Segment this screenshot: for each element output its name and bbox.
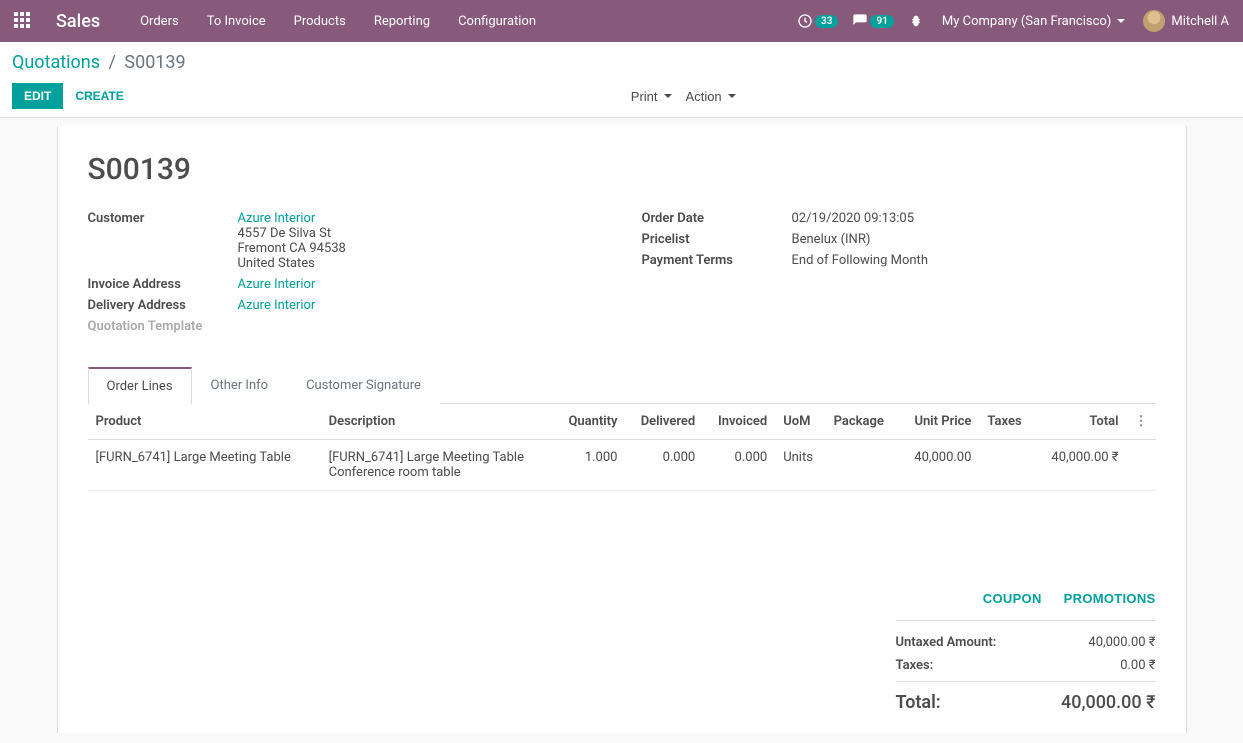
tab-other-info[interactable]: Other Info bbox=[192, 367, 288, 404]
nav-reporting[interactable]: Reporting bbox=[374, 14, 430, 29]
cell-delivered: 0.000 bbox=[625, 440, 703, 491]
value-untaxed: 40,000.00 ₹ bbox=[1088, 635, 1155, 650]
label-quotation-template: Quotation Template bbox=[88, 319, 238, 334]
cell-package bbox=[826, 440, 899, 491]
apps-icon[interactable] bbox=[14, 12, 32, 30]
nav-right: 33 91 My Company (San Francisco) Mitchel… bbox=[797, 10, 1229, 32]
print-label: Print bbox=[631, 89, 658, 104]
label-payment-terms: Payment Terms bbox=[642, 253, 792, 268]
value-taxes: 0.00 ₹ bbox=[1120, 658, 1155, 673]
addr-line-1: 4557 De Silva St bbox=[238, 226, 346, 241]
label-total: Total: bbox=[896, 692, 941, 713]
label-customer: Customer bbox=[88, 211, 238, 271]
cell-taxes bbox=[979, 440, 1034, 491]
label-pricelist: Pricelist bbox=[642, 232, 792, 247]
nav-orders[interactable]: Orders bbox=[140, 14, 179, 29]
link-customer[interactable]: Azure Interior bbox=[238, 211, 316, 226]
th-product[interactable]: Product bbox=[88, 404, 321, 440]
value-pricelist: Benelux (INR) bbox=[792, 232, 871, 247]
th-quantity[interactable]: Quantity bbox=[554, 404, 626, 440]
desc-line-1: [FURN_6741] Large Meeting Table bbox=[329, 450, 546, 465]
control-panel: Quotations / S00139 EDIT CREATE Print Ac… bbox=[0, 42, 1243, 118]
cell-total: 40,000.00 ₹ bbox=[1035, 440, 1127, 491]
user-menu[interactable]: Mitchell A bbox=[1143, 10, 1229, 32]
chat-badge: 91 bbox=[870, 15, 893, 28]
label-untaxed: Untaxed Amount: bbox=[896, 635, 997, 650]
addr-line-3: United States bbox=[238, 256, 346, 271]
cell-invoiced: 0.000 bbox=[703, 440, 775, 491]
cell-unit-price: 40,000.00 bbox=[899, 440, 980, 491]
form-sheet: S00139 Customer Azure Interior 4557 De S… bbox=[57, 126, 1187, 733]
coupon-button[interactable]: COUPON bbox=[983, 591, 1042, 606]
edit-button[interactable]: EDIT bbox=[12, 83, 63, 109]
create-button[interactable]: CREATE bbox=[63, 83, 135, 109]
label-order-date: Order Date bbox=[642, 211, 792, 226]
link-delivery-address[interactable]: Azure Interior bbox=[238, 298, 316, 313]
tabs: Order Lines Other Info Customer Signatur… bbox=[88, 366, 1156, 404]
label-invoice-address: Invoice Address bbox=[88, 277, 238, 292]
label-delivery-address: Delivery Address bbox=[88, 298, 238, 313]
chat-icon[interactable]: 91 bbox=[852, 13, 893, 29]
user-name: Mitchell A bbox=[1171, 14, 1229, 29]
company-name: My Company (San Francisco) bbox=[942, 14, 1111, 29]
action-dropdown[interactable]: Action bbox=[686, 89, 736, 104]
nav-products[interactable]: Products bbox=[294, 14, 346, 29]
link-invoice-address[interactable]: Azure Interior bbox=[238, 277, 316, 292]
order-lines-table: Product Description Quantity Delivered I… bbox=[88, 404, 1156, 491]
value-order-date: 02/19/2020 09:13:05 bbox=[792, 211, 915, 226]
desc-line-2: Conference room table bbox=[329, 465, 546, 480]
breadcrumb-root[interactable]: Quotations bbox=[12, 52, 100, 73]
cell-description: [FURN_6741] Large Meeting Table Conferen… bbox=[321, 440, 554, 491]
tab-order-lines[interactable]: Order Lines bbox=[88, 367, 192, 404]
top-nav: Sales Orders To Invoice Products Reporti… bbox=[0, 0, 1243, 42]
th-package[interactable]: Package bbox=[826, 404, 899, 440]
print-dropdown[interactable]: Print bbox=[631, 89, 672, 104]
th-total[interactable]: Total bbox=[1035, 404, 1127, 440]
chevron-down-icon bbox=[728, 94, 736, 98]
th-invoiced[interactable]: Invoiced bbox=[703, 404, 775, 440]
cell-quantity: 1.000 bbox=[554, 440, 626, 491]
totals: Untaxed Amount: 40,000.00 ₹ Taxes: 0.00 … bbox=[896, 620, 1156, 717]
breadcrumb-sep: / bbox=[108, 52, 115, 73]
th-unit-price[interactable]: Unit Price bbox=[899, 404, 980, 440]
sheet-wrapper: S00139 Customer Azure Interior 4557 De S… bbox=[0, 118, 1243, 733]
th-delivered[interactable]: Delivered bbox=[625, 404, 703, 440]
brand[interactable]: Sales bbox=[56, 11, 100, 32]
info-col-right: Order Date 02/19/2020 09:13:05 Pricelist… bbox=[642, 211, 1156, 340]
chevron-down-icon bbox=[664, 94, 672, 98]
cell-uom: Units bbox=[775, 440, 825, 491]
tab-customer-signature[interactable]: Customer Signature bbox=[287, 367, 440, 404]
kebab-icon[interactable]: ⋮ bbox=[1135, 414, 1148, 429]
cell-product: [FURN_6741] Large Meeting Table bbox=[88, 440, 321, 491]
chevron-down-icon bbox=[1117, 19, 1125, 23]
th-description[interactable]: Description bbox=[321, 404, 554, 440]
value-total: 40,000.00 ₹ bbox=[1061, 692, 1156, 713]
table-row[interactable]: [FURN_6741] Large Meeting Table [FURN_67… bbox=[88, 440, 1156, 491]
record-title: S00139 bbox=[88, 152, 1156, 187]
th-uom[interactable]: UoM bbox=[775, 404, 825, 440]
action-label: Action bbox=[686, 89, 722, 104]
info-col-left: Customer Azure Interior 4557 De Silva St… bbox=[88, 211, 602, 340]
debug-icon[interactable] bbox=[908, 13, 924, 29]
th-taxes[interactable]: Taxes bbox=[979, 404, 1034, 440]
promotions-button[interactable]: PROMOTIONS bbox=[1064, 591, 1156, 606]
label-taxes: Taxes: bbox=[896, 658, 934, 673]
activity-badge: 33 bbox=[815, 15, 838, 28]
line-actions: COUPON PROMOTIONS bbox=[88, 591, 1156, 606]
breadcrumb: Quotations / S00139 bbox=[12, 52, 1231, 73]
nav-configuration[interactable]: Configuration bbox=[458, 14, 536, 29]
avatar bbox=[1143, 10, 1165, 32]
nav-to-invoice[interactable]: To Invoice bbox=[207, 14, 266, 29]
activity-icon[interactable]: 33 bbox=[797, 13, 838, 29]
company-switcher[interactable]: My Company (San Francisco) bbox=[942, 14, 1125, 29]
breadcrumb-current: S00139 bbox=[124, 52, 185, 73]
nav-links: Orders To Invoice Products Reporting Con… bbox=[140, 14, 536, 29]
addr-line-2: Fremont CA 94538 bbox=[238, 241, 346, 256]
value-payment-terms: End of Following Month bbox=[792, 253, 928, 268]
